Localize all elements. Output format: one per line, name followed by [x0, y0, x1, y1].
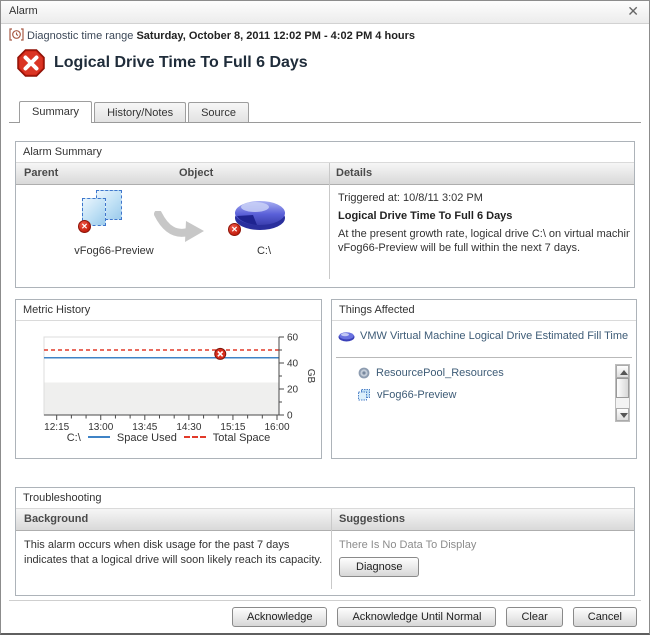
object-label: C:\	[214, 245, 314, 257]
total-space-line-sample	[184, 436, 206, 438]
alarm-dialog: Alarm ✕ Diagnostic time range Saturday, …	[0, 0, 650, 635]
resource-pool-icon	[358, 367, 370, 379]
list-item-resource-pool[interactable]: ResourcePool_Resources	[358, 367, 504, 379]
title-bar: Alarm ✕	[1, 1, 649, 24]
time-range-label: Diagnostic time range	[27, 30, 133, 42]
column-details: Details	[336, 167, 372, 179]
drive-small-icon	[338, 331, 355, 342]
svg-text:40: 40	[287, 359, 299, 370]
details-cell: Triggered at: 10/8/11 3:02 PM Logical Dr…	[338, 189, 630, 255]
column-suggestions: Suggestions	[339, 513, 405, 525]
alarm-name: Logical Drive Time To Full 6 Days	[338, 210, 630, 222]
parent-object-label: vFog66-Preview	[34, 245, 194, 257]
column-object: Object	[179, 167, 213, 179]
svg-text:GB: GB	[305, 369, 316, 384]
things-affected-title: Things Affected	[332, 300, 636, 321]
things-affected-panel: Things Affected VMW Virtual Machine Logi…	[331, 299, 637, 459]
affected-alarm-type[interactable]: VMW Virtual Machine Logical Drive Estima…	[338, 330, 628, 342]
legend-prefix: C:\	[67, 432, 81, 444]
time-range-value: Saturday, October 8, 2011 12:02 PM - 4:0…	[136, 30, 415, 42]
column-parent: Parent	[24, 167, 58, 179]
background-text: This alarm occurs when disk usage for th…	[24, 538, 324, 568]
svg-text:15:15: 15:15	[220, 422, 245, 432]
alarm-summary-column-header: Parent Object Details	[16, 163, 634, 185]
legend-space-used: Space Used	[117, 432, 177, 444]
error-badge-icon: ✕	[78, 220, 91, 233]
close-icon[interactable]: ✕	[627, 3, 639, 20]
column-background: Background	[24, 513, 88, 525]
metric-history-chart: 0 20 40 60 GB 12:15 13:00 13:45 14:30 15:15 16:00	[20, 324, 320, 432]
svg-text:20: 20	[287, 385, 299, 396]
alarm-description: At the present growth rate, logical driv…	[338, 227, 630, 255]
svg-text:16:00: 16:00	[264, 422, 289, 432]
parent-to-object-arrow-icon	[154, 211, 206, 245]
tab-history-notes[interactable]: History/Notes	[94, 102, 186, 122]
scrollbar-thumb[interactable]	[616, 378, 629, 398]
suggestions-column-divider	[331, 509, 332, 589]
metric-history-panel: Metric History 0 20 40 60 GB 12:15 13:00 13:45 1…	[15, 299, 322, 459]
acknowledge-button[interactable]: Acknowledge	[232, 607, 327, 627]
chart-legend: C:\ Space Used Total Space	[16, 432, 321, 444]
alarm-summary-content: ✕ vFog66-Preview ✕ C:\	[16, 185, 634, 287]
scroll-up-button[interactable]	[616, 365, 629, 378]
svg-text:13:00: 13:00	[88, 422, 113, 432]
affected-alarm-type-label: VMW Virtual Machine Logical Drive Estima…	[360, 330, 628, 342]
svg-text:14:30: 14:30	[176, 422, 201, 432]
acknowledge-until-normal-button[interactable]: Acknowledge Until Normal	[337, 607, 496, 627]
tab-strip: Summary History/Notes Source	[9, 101, 641, 123]
error-badge-icon: ✕	[228, 223, 241, 236]
time-range-clock-icon	[9, 28, 24, 41]
suggestions-empty-text: There Is No Data To Display	[339, 539, 476, 551]
page-title: Logical Drive Time To Full 6 Days	[54, 54, 308, 72]
troubleshooting-column-header: Background Suggestions	[16, 509, 634, 531]
error-octagon-icon	[17, 49, 45, 77]
alarm-summary-panel: Alarm Summary Parent Object Details ✕ vF…	[15, 141, 635, 288]
list-item-virtual-machine[interactable]: vFog66-Preview	[358, 389, 456, 401]
svg-text:12:15: 12:15	[44, 422, 69, 432]
virtual-machine-icon: ✕	[82, 190, 128, 232]
triggered-at: Triggered at: 10/8/11 3:02 PM	[338, 192, 630, 204]
virtual-machine-small-icon	[358, 389, 371, 401]
space-used-line-sample	[88, 436, 110, 438]
troubleshooting-panel: Troubleshooting Background Suggestions T…	[15, 487, 635, 596]
tab-summary[interactable]: Summary	[19, 101, 92, 123]
window-title: Alarm	[9, 5, 38, 17]
tab-source[interactable]: Source	[188, 102, 249, 122]
svg-text:0: 0	[287, 411, 293, 422]
cancel-button[interactable]: Cancel	[573, 607, 637, 627]
list-item-label: vFog66-Preview	[377, 389, 456, 401]
list-item-label: ResourcePool_Resources	[376, 367, 504, 379]
diagnose-button[interactable]: Diagnose	[339, 557, 419, 577]
footer-button-bar: Acknowledge Acknowledge Until Normal Cle…	[232, 607, 637, 627]
alarm-summary-title: Alarm Summary	[16, 142, 634, 163]
divider	[336, 357, 632, 358]
scroll-down-button[interactable]	[616, 408, 629, 421]
clear-button[interactable]: Clear	[506, 607, 562, 627]
troubleshooting-title: Troubleshooting	[16, 488, 634, 509]
footer-divider	[9, 600, 641, 601]
svg-text:60: 60	[287, 333, 299, 344]
alarm-header: Logical Drive Time To Full 6 Days	[17, 49, 308, 77]
vertical-scrollbar[interactable]	[615, 364, 630, 422]
svg-text:13:45: 13:45	[132, 422, 157, 432]
metric-history-title: Metric History	[16, 300, 321, 321]
legend-total-space: Total Space	[213, 432, 270, 444]
diagnostic-time-range: Diagnostic time range Saturday, October …	[9, 28, 415, 42]
